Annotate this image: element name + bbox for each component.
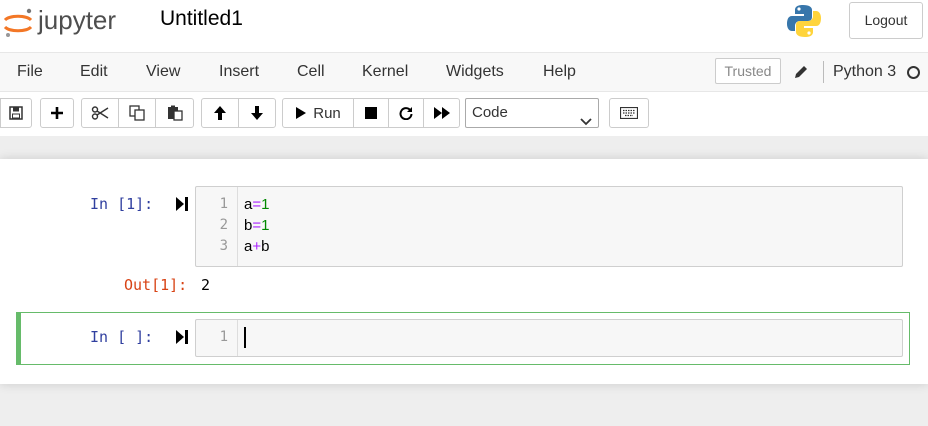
- cell-type-select[interactable]: Code: [465, 98, 599, 128]
- output-prompt: Out[1]:: [124, 276, 188, 294]
- paste-icon: [167, 105, 183, 121]
- arrow-up-icon: [213, 105, 227, 121]
- line-number: 1: [219, 196, 228, 212]
- line-number: 3: [219, 238, 228, 254]
- play-icon: [295, 106, 307, 120]
- notebook-container: In [1]: 1 2 3 a=1 b=1 a+b Out[1]: 2 In […: [0, 159, 928, 384]
- code-editor[interactable]: 1 2 3 a=1 b=1 a+b: [195, 186, 903, 267]
- menu-edit[interactable]: Edit: [80, 63, 108, 81]
- menu-view[interactable]: View: [146, 63, 180, 81]
- code-line: b=1: [244, 217, 270, 234]
- line-gutter: 1 2 3: [196, 187, 238, 266]
- menu-cell[interactable]: Cell: [297, 63, 325, 81]
- save-icon: [9, 106, 23, 120]
- interrupt-button[interactable]: [353, 98, 389, 128]
- kernel-name[interactable]: Python 3: [833, 63, 896, 81]
- move-up-button[interactable]: [201, 98, 239, 128]
- notebook-name[interactable]: Untitled1: [160, 7, 243, 31]
- keyboard-icon: [620, 107, 638, 119]
- menubar: File Edit View Insert Cell Kernel Widget…: [0, 52, 928, 92]
- output-value: 2: [201, 276, 211, 294]
- line-number: 1: [219, 329, 228, 345]
- menu-widgets[interactable]: Widgets: [446, 63, 504, 81]
- restart-button[interactable]: [388, 98, 424, 128]
- pencil-icon[interactable]: [794, 65, 808, 79]
- fast-forward-icon: [433, 107, 450, 119]
- code-line: a+b: [244, 238, 270, 255]
- command-palette-button[interactable]: [609, 98, 649, 128]
- insert-cell-button[interactable]: [40, 98, 74, 128]
- save-button[interactable]: [0, 98, 32, 128]
- run-cell-icon[interactable]: [176, 330, 188, 344]
- move-down-button[interactable]: [238, 98, 276, 128]
- input-prompt: In [ ]:: [90, 328, 154, 346]
- cell-type-value: Code: [472, 104, 508, 121]
- stop-icon: [365, 107, 377, 119]
- menu-kernel[interactable]: Kernel: [362, 63, 408, 81]
- cut-button[interactable]: [81, 98, 119, 128]
- menu-insert[interactable]: Insert: [219, 63, 259, 81]
- menu-help[interactable]: Help: [543, 63, 576, 81]
- menu-file[interactable]: File: [17, 63, 43, 81]
- kernel-separator: [823, 61, 824, 83]
- header: jupyter Untitled1 Logout: [0, 0, 928, 52]
- run-button[interactable]: Run: [282, 98, 354, 128]
- paste-button[interactable]: [155, 98, 194, 128]
- line-gutter: 1: [196, 320, 238, 356]
- arrow-down-icon: [250, 105, 264, 121]
- restart-run-all-button[interactable]: [423, 98, 460, 128]
- logout-button[interactable]: Logout: [849, 2, 923, 39]
- run-cell-icon[interactable]: [176, 197, 188, 211]
- code-editor[interactable]: 1: [195, 319, 903, 357]
- toolbar: Run Code: [0, 92, 928, 136]
- copy-button[interactable]: [118, 98, 156, 128]
- chevron-down-icon: [580, 108, 592, 136]
- run-label: Run: [313, 104, 341, 122]
- kernel-idle-icon: [907, 66, 920, 79]
- python-logo-icon: [786, 3, 822, 39]
- code-line: a=1: [244, 196, 270, 213]
- text-cursor: [244, 327, 246, 348]
- input-prompt: In [1]:: [90, 195, 154, 213]
- trusted-indicator[interactable]: Trusted: [715, 58, 781, 84]
- restart-icon: [399, 106, 413, 120]
- line-number: 2: [219, 217, 228, 233]
- plus-icon: [50, 106, 64, 120]
- jupyter-logo[interactable]: jupyter: [2, 5, 137, 40]
- logo-text: jupyter: [37, 6, 116, 35]
- copy-icon: [129, 105, 145, 121]
- cut-icon: [91, 106, 109, 120]
